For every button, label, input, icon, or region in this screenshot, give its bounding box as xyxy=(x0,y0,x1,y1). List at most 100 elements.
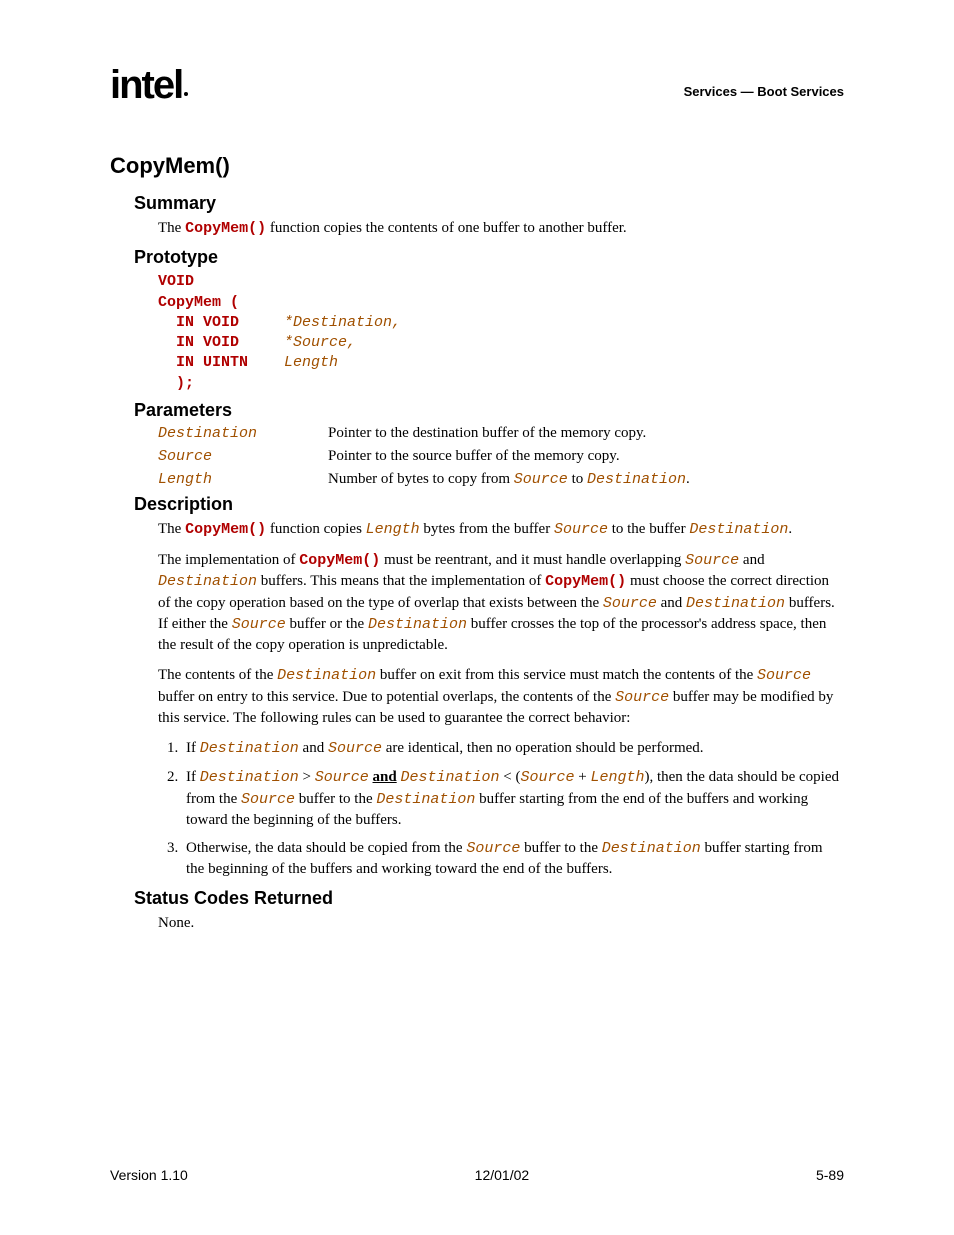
keyword: ); xyxy=(158,375,194,392)
param-desc: Number of bytes to copy from Source to D… xyxy=(328,471,844,488)
identifier: Length xyxy=(590,769,644,786)
rule-item: Otherwise, the data should be copied fro… xyxy=(182,838,844,880)
rule-item: If Destination > Source and Destination … xyxy=(182,767,844,830)
text: function copies xyxy=(266,521,366,537)
text-emphasis: and xyxy=(373,769,397,785)
text: buffer or the xyxy=(286,616,368,632)
text: are identical, then no operation should … xyxy=(382,740,704,756)
text: to xyxy=(568,471,587,487)
text: + xyxy=(574,769,590,785)
summary-text: The CopyMem() function copies the conten… xyxy=(158,218,844,239)
identifier: Source xyxy=(685,552,739,569)
identifier: Source xyxy=(757,667,811,684)
identifier: Destination xyxy=(200,769,299,786)
identifier: Source xyxy=(514,471,568,488)
text: must be reentrant, and it must handle ov… xyxy=(380,552,685,568)
text: > xyxy=(299,769,315,785)
identifier: Destination xyxy=(368,616,467,633)
text: to the buffer xyxy=(608,521,689,537)
identifier: Length xyxy=(366,521,420,538)
text: buffer to the xyxy=(520,840,601,856)
text: function copies the contents of one buff… xyxy=(266,220,627,236)
rules-list: If Destination and Source are identical,… xyxy=(158,738,844,880)
identifier: Destination xyxy=(689,521,788,538)
identifier: Destination xyxy=(400,769,499,786)
param-name: Destination xyxy=(158,425,328,442)
header-section-label: Services — Boot Services xyxy=(684,84,844,105)
summary-heading: Summary xyxy=(134,193,844,214)
identifier: Source xyxy=(232,616,286,633)
fn-name: CopyMem() xyxy=(185,220,266,237)
page-header: intel Services — Boot Services xyxy=(110,65,844,105)
status-text: None. xyxy=(158,913,844,933)
param-name: Length xyxy=(158,471,328,488)
parameters-table: Destination Pointer to the destination b… xyxy=(158,425,844,488)
footer-version: Version 1.10 xyxy=(110,1167,188,1183)
text: Otherwise, the data should be copied fro… xyxy=(186,840,466,856)
fn-name: CopyMem() xyxy=(545,573,626,590)
prototype-code: VOID CopyMem ( IN VOID *Destination, IN … xyxy=(158,272,844,394)
text: and xyxy=(299,740,328,756)
identifier: Source xyxy=(466,840,520,857)
function-title: CopyMem() xyxy=(110,153,844,179)
footer-date: 12/01/02 xyxy=(475,1167,530,1183)
identifier: Destination xyxy=(602,840,701,857)
identifier: Source xyxy=(554,521,608,538)
text: Number of bytes to copy from xyxy=(328,471,514,487)
identifier: Length xyxy=(284,354,338,371)
text: The xyxy=(158,521,185,537)
keyword: VOID xyxy=(158,273,194,290)
text: The contents of the xyxy=(158,667,277,683)
intel-logo: intel xyxy=(110,65,188,105)
description-body: The CopyMem() function copies Length byt… xyxy=(158,519,844,728)
fn-name: CopyMem() xyxy=(299,552,380,569)
desc-para-3: The contents of the Destination buffer o… xyxy=(158,665,844,728)
text: and xyxy=(739,552,764,568)
keyword: IN VOID xyxy=(158,334,239,351)
identifier: *Destination, xyxy=(284,314,401,331)
text: and xyxy=(657,595,686,611)
desc-para-2: The implementation of CopyMem() must be … xyxy=(158,550,844,655)
param-desc: Pointer to the destination buffer of the… xyxy=(328,425,844,442)
text: bytes from the buffer xyxy=(420,521,554,537)
identifier: *Source, xyxy=(284,334,356,351)
param-row: Source Pointer to the source buffer of t… xyxy=(158,448,844,465)
keyword: CopyMem ( xyxy=(158,294,239,311)
text: . xyxy=(788,521,792,537)
description-heading: Description xyxy=(134,494,844,515)
identifier: Destination xyxy=(587,471,686,488)
identifier: Source xyxy=(328,740,382,757)
text: buffer on exit from this service must ma… xyxy=(376,667,757,683)
keyword: IN VOID xyxy=(158,314,239,331)
fn-name: CopyMem() xyxy=(185,521,266,538)
identifier: Source xyxy=(315,769,369,786)
text: If xyxy=(186,740,200,756)
identifier: Source xyxy=(615,689,669,706)
identifier: Destination xyxy=(158,573,257,590)
prototype-heading: Prototype xyxy=(134,247,844,268)
status-heading: Status Codes Returned xyxy=(134,888,844,909)
identifier: Source xyxy=(603,595,657,612)
identifier: Source xyxy=(520,769,574,786)
text: < ( xyxy=(499,769,520,785)
identifier: Destination xyxy=(376,791,475,808)
identifier: Destination xyxy=(200,740,299,757)
parameters-heading: Parameters xyxy=(134,400,844,421)
identifier: Source xyxy=(241,791,295,808)
param-row: Destination Pointer to the destination b… xyxy=(158,425,844,442)
param-desc: Pointer to the source buffer of the memo… xyxy=(328,448,844,465)
text: The implementation of xyxy=(158,552,299,568)
identifier: Destination xyxy=(277,667,376,684)
text: buffer on entry to this service. Due to … xyxy=(158,689,615,705)
desc-para-1: The CopyMem() function copies Length byt… xyxy=(158,519,844,540)
text: The xyxy=(158,220,185,236)
text: If xyxy=(186,769,200,785)
identifier: Destination xyxy=(686,595,785,612)
footer-page: 5-89 xyxy=(816,1167,844,1183)
keyword: IN UINTN xyxy=(158,354,248,371)
text: . xyxy=(686,471,690,487)
text: buffers. This means that the implementat… xyxy=(257,573,545,589)
param-name: Source xyxy=(158,448,328,465)
page-footer: Version 1.10 12/01/02 5-89 xyxy=(110,1167,844,1183)
text: buffer to the xyxy=(295,791,376,807)
